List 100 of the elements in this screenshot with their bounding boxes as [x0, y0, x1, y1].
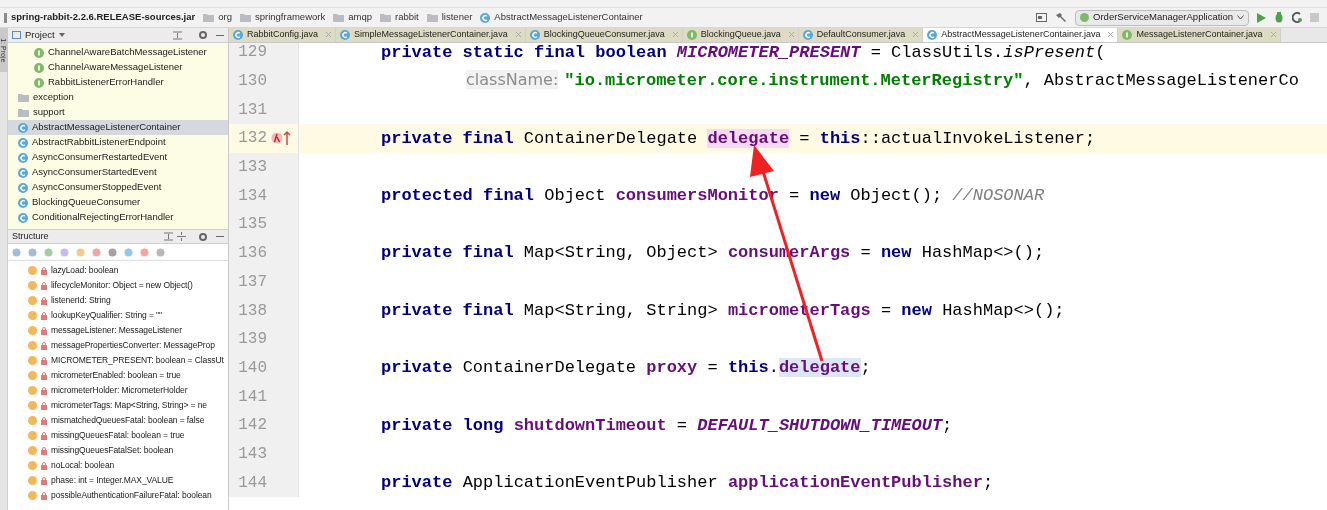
breadcrumb-item[interactable]: org	[218, 10, 232, 25]
project-view-selector[interactable]: Project	[25, 27, 55, 43]
run-icon[interactable]	[1257, 12, 1266, 23]
run-configuration-dropdown[interactable]: OrderServiceManagerApplication	[1075, 9, 1249, 26]
code-line: private final ContainerDelegate delegate = this::actualInvokeListener;	[380, 127, 1096, 150]
line-number: 130	[237, 71, 267, 93]
folder-icon	[333, 13, 345, 22]
structure-item[interactable]: missingQueuesFatal: boolean = true	[51, 429, 185, 442]
line-number: 134	[237, 185, 267, 207]
structure-item[interactable]: lazyLoad: boolean	[51, 264, 119, 277]
tree-item[interactable]: AsyncConsumerStoppedEvent	[8, 180, 228, 195]
tree-item[interactable]: AsyncConsumerRestartedEvent	[8, 150, 228, 165]
collapse-icon[interactable]	[173, 30, 182, 40]
lock-icon	[41, 431, 47, 440]
structure-item[interactable]: MICROMETER_PRESENT: boolean = ClassUt	[51, 354, 224, 367]
close-icon[interactable]	[913, 32, 919, 37]
breadcrumb-item[interactable]: AbstractMessageListenerContainer	[494, 10, 643, 25]
line-number: 143	[237, 443, 267, 465]
panel-title: Structure	[12, 229, 49, 243]
settings-icon[interactable]	[198, 30, 208, 40]
breadcrumb-item[interactable]: rabbit	[394, 10, 419, 25]
code-line: private static final boolean MICROMETER_PRESENT = ClassUtils.isPresent(	[380, 43, 1106, 64]
editor-tab[interactable]: SimpleMessageListenerContainer.java	[336, 28, 526, 42]
breadcrumb-item[interactable]: amqp	[348, 10, 372, 25]
class-icon	[18, 197, 28, 208]
class-icon	[18, 182, 28, 193]
line-number: 140	[237, 357, 267, 379]
structure-item[interactable]: phase: int = Integer.MAX_VALUE	[51, 474, 174, 487]
code-line: private long shutdownTimeout = DEFAULT_SHUTDOWN_TIMEOUT;	[380, 414, 953, 437]
close-icon[interactable]	[672, 32, 678, 37]
structure-item[interactable]: micrometerEnabled: boolean = true	[51, 369, 181, 382]
close-icon[interactable]	[515, 32, 521, 37]
line-number: 133	[237, 157, 267, 179]
editor-tab[interactable]: BlockingQueue.java	[682, 28, 799, 42]
collapse-icon[interactable]	[177, 232, 186, 241]
class-icon	[529, 29, 540, 40]
lambda-up-arrow-icon[interactable]	[271, 130, 293, 147]
structure-item[interactable]: mismatchedQueuesFatal: boolean = false	[51, 414, 205, 427]
folder-icon	[18, 93, 29, 102]
lock-icon	[41, 371, 47, 380]
structure-item[interactable]: micrometerHolder: MicrometerHolder	[51, 384, 188, 397]
caret-down-icon	[58, 33, 65, 37]
structure-item[interactable]: lookupKeyQualifier: String = ""	[51, 309, 162, 322]
line-number: 137	[237, 271, 267, 293]
chevron-down-icon	[1237, 15, 1244, 20]
close-icon[interactable]	[326, 32, 332, 37]
interface-icon	[1122, 29, 1133, 40]
lock-icon	[41, 491, 47, 500]
tree-item[interactable]: ChannelAwareBatchMessageListener	[8, 45, 228, 60]
stop-icon[interactable]	[1310, 13, 1319, 22]
line-number: 131	[237, 99, 267, 121]
expand-icon[interactable]	[164, 232, 173, 241]
line-number: 129	[237, 43, 267, 64]
close-icon[interactable]	[788, 32, 794, 37]
structure-item[interactable]: possibleAuthenticationFailureFatal: boolean	[51, 489, 212, 502]
structure-item[interactable]: listenerId: String	[51, 294, 111, 307]
interface-icon	[686, 29, 697, 40]
debug-icon[interactable]	[1274, 12, 1284, 23]
coverage-icon[interactable]	[1292, 12, 1302, 23]
tree-item[interactable]: AbstractRabbitListenerEndpoint	[8, 135, 228, 150]
editor-tab[interactable]: MessageListenerContainer.java	[1118, 28, 1281, 42]
tree-item[interactable]: AsyncConsumerStartedEvent	[8, 165, 228, 180]
editor-tab[interactable]: BlockingQueueConsumer.java	[525, 28, 683, 42]
class-icon	[480, 12, 491, 23]
lock-icon	[41, 281, 47, 290]
line-number: 141	[237, 386, 267, 408]
tree-item[interactable]: RabbitListenerErrorHandler	[8, 75, 228, 90]
lock-icon	[41, 296, 47, 305]
line-number: 139	[237, 329, 267, 351]
tree-item[interactable]: BlockingQueueConsumer	[8, 195, 228, 210]
structure-item[interactable]: messageListener: MessageListener	[51, 324, 182, 337]
close-icon[interactable]	[1108, 32, 1114, 37]
code-line: className: "io.micrometer.core.instrument.MeterRegistry", AbstractMessageListenerCo	[465, 69, 1299, 93]
tree-item[interactable]: AbstractMessageListenerContainer	[8, 120, 228, 135]
settings-icon[interactable]	[198, 231, 208, 242]
structure-item[interactable]: micrometerTags: Map<String, String> = ne	[51, 399, 207, 412]
breadcrumb-item[interactable]: spring-rabbit-2.2.6.RELEASE-sources.jar	[11, 10, 196, 25]
class-icon	[340, 29, 351, 40]
structure-item[interactable]: lifecycleMonitor: Object = new Object()	[51, 279, 193, 292]
tree-item[interactable]: ConditionalRejectingErrorHandler	[8, 210, 228, 225]
editor-tab[interactable]: AbstractMessageListenerContainer.java	[923, 28, 1119, 42]
tree-item[interactable]: exception	[8, 90, 228, 105]
structure-item[interactable]: messagePropertiesConverter: MessageProp	[51, 339, 215, 352]
minimize-icon[interactable]	[216, 34, 224, 36]
interface-icon	[34, 77, 44, 88]
close-icon[interactable]	[1270, 32, 1276, 37]
breadcrumb-item[interactable]: springframework	[255, 10, 326, 25]
hammer-icon[interactable]	[1055, 12, 1068, 23]
lock-icon	[41, 386, 47, 395]
structure-item[interactable]: missingQueuesFatalSet: boolean	[51, 444, 174, 457]
folder-icon	[379, 13, 391, 22]
editor-tab[interactable]: DefaultConsumer.java	[798, 28, 924, 42]
editor-tab[interactable]: RabbitConfig.java	[229, 28, 337, 42]
layout-icon[interactable]	[1036, 13, 1048, 22]
structure-item[interactable]: noLocal: boolean	[51, 459, 115, 472]
breadcrumb-item[interactable]: listener	[441, 10, 473, 25]
tree-item[interactable]: support	[8, 105, 228, 120]
folder-icon	[240, 13, 251, 22]
jar-icon	[4, 12, 7, 23]
tree-item[interactable]: ChannelAwareMessageListener	[8, 60, 228, 75]
